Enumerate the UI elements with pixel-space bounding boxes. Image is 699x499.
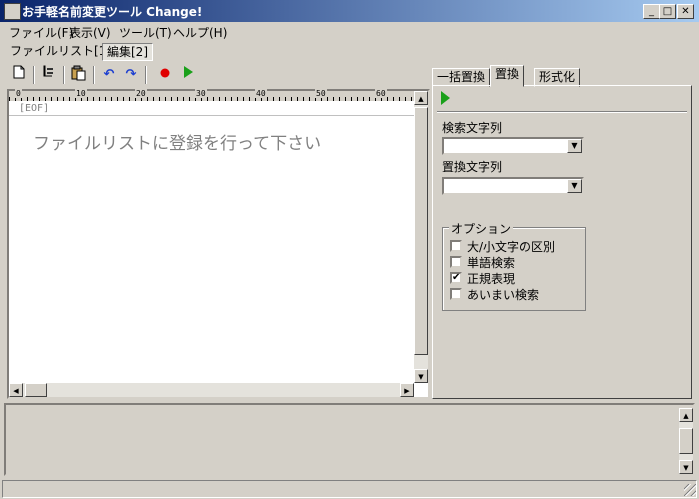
ruler-mark: 20: [135, 89, 147, 98]
options-title: オプション: [449, 220, 514, 237]
redo-icon[interactable]: ↷: [121, 65, 141, 85]
ruler-mark: 10: [75, 89, 87, 98]
minimize-button[interactable]: _: [643, 4, 660, 19]
scroll-down-icon[interactable]: ▼: [679, 460, 693, 474]
search-label: 検索文字列: [442, 121, 503, 135]
insert-icon[interactable]: [39, 65, 59, 85]
search-combo[interactable]: ▼: [442, 137, 584, 155]
chevron-down-icon[interactable]: ▼: [567, 139, 582, 153]
tab-edit[interactable]: 編集[2]: [102, 43, 153, 61]
record-icon[interactable]: [155, 65, 175, 85]
menu-view[interactable]: 表示(V): [69, 24, 111, 41]
scroll-thumb[interactable]: [679, 428, 693, 454]
menu-file[interactable]: ファイル(F): [9, 24, 73, 41]
run-replace-icon[interactable]: [440, 91, 450, 108]
scroll-up-icon[interactable]: ▲: [679, 408, 693, 422]
side-panel: 一括置換 置換 形式化 検索文字列 ▼ 置換文字列 ▼ オプション 大/小文字の…: [432, 64, 694, 399]
replace-label: 置換文字列: [442, 160, 503, 174]
empty-message: ファイルリストに登録を行って下さい: [33, 134, 322, 154]
output-panel[interactable]: ▲ ▼: [4, 403, 695, 476]
status-bar: [0, 478, 699, 499]
scroll-down-icon[interactable]: ▼: [414, 369, 428, 383]
window-title: お手軽名前変更ツール Change!: [22, 5, 203, 19]
menu-bar: ファイル(F) 表示(V) ツール(T) ヘルプ(H): [0, 23, 699, 41]
tab-file-list[interactable]: ファイルリスト[1]: [6, 43, 115, 59]
ruler-mark: 40: [255, 89, 267, 98]
output-vscrollbar[interactable]: ▲ ▼: [679, 408, 693, 474]
checkbox[interactable]: [450, 256, 462, 268]
checkbox-checked[interactable]: ✔: [450, 272, 462, 284]
run-icon[interactable]: [178, 65, 198, 85]
app-icon: [4, 3, 21, 20]
eof-divider: [9, 115, 414, 116]
editor-vscrollbar[interactable]: ▲ ▼: [414, 91, 428, 383]
chevron-down-icon[interactable]: ▼: [567, 179, 582, 193]
title-bar[interactable]: お手軽名前変更ツール Change! _ □ ✕: [0, 0, 699, 22]
maximize-button[interactable]: □: [659, 4, 676, 19]
toolbar: ↶ ↷: [5, 64, 425, 86]
scroll-left-icon[interactable]: ◀: [9, 383, 23, 397]
menu-help[interactable]: ヘルプ(H): [173, 24, 227, 41]
paste-icon[interactable]: [69, 65, 89, 85]
ruler-mark: 30: [195, 89, 207, 98]
checkbox[interactable]: [450, 240, 462, 252]
panel-divider: [437, 111, 687, 113]
tab-replace[interactable]: 置換: [490, 65, 525, 87]
ruler-mark: 50: [315, 89, 327, 98]
ruler: 0 10 20 30 40 50 60: [9, 89, 414, 101]
option-label: 正規表現: [467, 272, 516, 286]
close-button[interactable]: ✕: [677, 4, 694, 19]
scroll-right-icon[interactable]: ▶: [400, 383, 414, 397]
new-file-icon[interactable]: [9, 65, 29, 85]
replace-combo[interactable]: ▼: [442, 177, 584, 195]
text-editor[interactable]: 0 10 20 30 40 50 60 [EOF] ファイルリストに登録を行って…: [7, 89, 430, 399]
resize-grip-icon[interactable]: [684, 484, 696, 496]
status-pane: [2, 480, 697, 498]
options-group: オプション 大/小文字の区別 単語検索 ✔ 正規表現 あいまい検索: [442, 220, 586, 311]
replace-panel: 検索文字列 ▼ 置換文字列 ▼ オプション 大/小文字の区別 単語検索 ✔ 正規…: [432, 85, 692, 399]
hscroll-thumb[interactable]: [25, 383, 47, 397]
ruler-mark: 60: [375, 89, 387, 98]
option-label: あいまい検索: [467, 288, 540, 302]
option-label: 単語検索: [467, 256, 516, 270]
eof-marker: [EOF]: [19, 103, 50, 114]
option-label: 大/小文字の区別: [467, 240, 556, 254]
undo-icon[interactable]: ↶: [99, 65, 119, 85]
checkbox[interactable]: [450, 288, 462, 300]
editor-hscrollbar[interactable]: ◀ ▶: [9, 383, 414, 397]
scroll-up-icon[interactable]: ▲: [414, 91, 428, 105]
ruler-mark: 0: [15, 89, 22, 98]
menu-tools[interactable]: ツール(T): [119, 24, 172, 41]
scroll-thumb[interactable]: [414, 107, 428, 355]
